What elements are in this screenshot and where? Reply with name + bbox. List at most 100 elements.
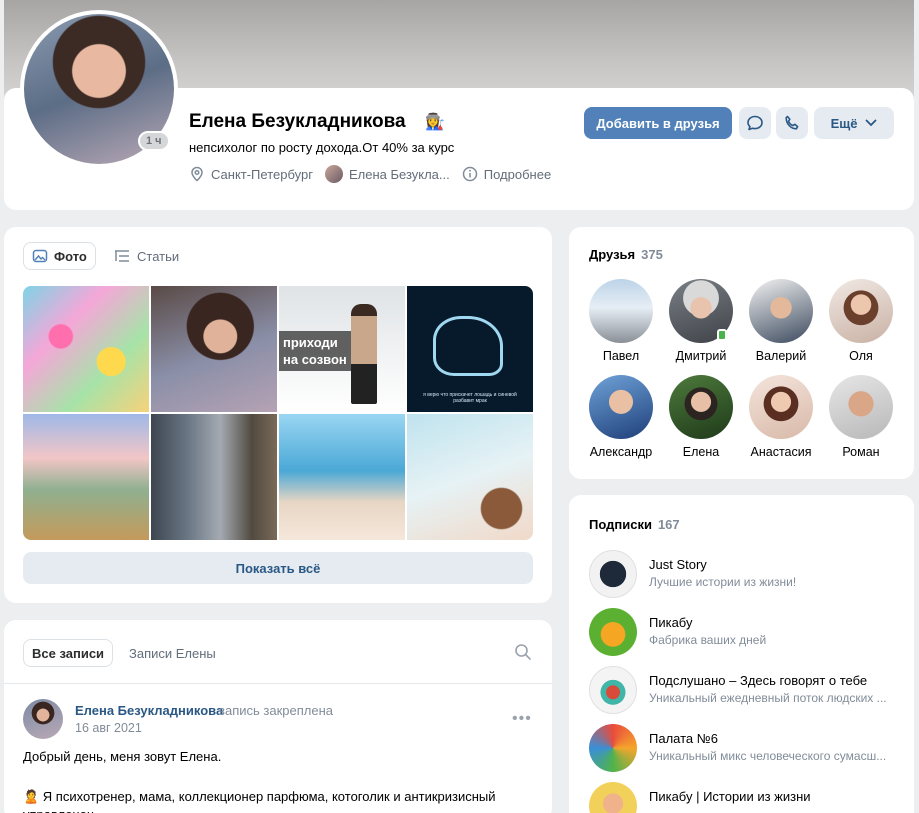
friend-name: Александр <box>589 445 653 459</box>
call-button[interactable] <box>776 107 808 139</box>
photo-thumbnail[interactable] <box>151 414 277 540</box>
friend-avatar <box>829 375 893 439</box>
friend-name: Елена <box>682 445 720 459</box>
post-pinned-label: запись закреплена <box>219 703 333 718</box>
friend-item[interactable]: Анастасия <box>741 375 821 459</box>
search-icon[interactable] <box>514 643 532 661</box>
subscription-item[interactable]: Just Story Лучшие истории из жизни! <box>589 550 899 598</box>
phone-icon <box>785 115 799 130</box>
friend-name: Анастасия <box>750 445 812 459</box>
subscriptions-header[interactable]: Подписки 167 <box>589 517 680 532</box>
subscription-avatar <box>589 666 637 714</box>
divider <box>4 683 552 684</box>
subscriptions-title: Подписки <box>589 517 652 532</box>
photo-figure <box>351 304 377 404</box>
friend-item[interactable]: Александр <box>581 375 661 459</box>
friend-item[interactable]: Павел <box>581 279 661 363</box>
message-icon <box>747 115 763 131</box>
relative-link[interactable]: Елена Безукла... <box>324 165 450 183</box>
photo-caption: я верю что прискачет лошадь и синевой ра… <box>423 392 517 404</box>
tab-owner-posts[interactable]: Записи Елены <box>129 639 216 667</box>
chevron-down-icon <box>866 119 877 127</box>
friends-section: Друзья 375 Павел Дмитрий Валерий Оля Алек… <box>569 227 914 479</box>
tab-all-posts[interactable]: Все записи <box>23 639 114 667</box>
friends-header[interactable]: Друзья 375 <box>589 247 663 262</box>
friend-name: Павел <box>602 349 640 363</box>
city-link[interactable]: Санкт-Петербург <box>189 166 313 182</box>
subscription-item[interactable]: Палата №6 Уникальный микс человеческого … <box>589 724 899 772</box>
friend-avatar <box>829 279 893 343</box>
subscription-title: Пикабу | Истории из жизни <box>649 789 811 804</box>
message-button[interactable] <box>739 107 771 139</box>
friend-item[interactable]: Елена <box>661 375 741 459</box>
tab-photos[interactable]: Фото <box>23 242 96 270</box>
photo-thumbnail[interactable] <box>23 414 149 540</box>
more-actions-button[interactable]: Ещё <box>814 107 894 139</box>
subscription-desc: Лучшие истории из жизни! <box>649 575 797 589</box>
status-emoji: 👩‍🏭 <box>425 114 445 131</box>
photo-thumbnail[interactable]: я верю что прискачет лошадь и синевой ра… <box>407 286 533 412</box>
photos-section: Фото Статьи приходи на созвон я верю что… <box>4 227 552 603</box>
subscription-title: Палата №6 <box>649 731 718 746</box>
subscription-desc: Уникальный ежедневный поток людских ... <box>649 691 887 705</box>
photo-caption: приходи на созвон <box>279 331 351 371</box>
photo-thumbnail[interactable] <box>279 414 405 540</box>
relative-label: Елена Безукла... <box>348 166 450 182</box>
photo-thumbnail[interactable]: приходи на созвон <box>279 286 405 412</box>
friend-item[interactable]: Оля <box>821 279 901 363</box>
photo-grid: приходи на созвон я верю что прискачет л… <box>23 286 533 540</box>
post-author-avatar[interactable] <box>23 699 63 739</box>
post-text: 🙎 Я психотренер, мама, коллекционер парф… <box>23 789 496 813</box>
subscription-desc: Уникальный микс человеческого сумасш... <box>649 749 887 763</box>
post-author-link[interactable]: Елена Безукладникова <box>75 703 223 718</box>
post-menu-icon[interactable]: ••• <box>512 710 532 728</box>
friend-name: Валерий <box>755 349 807 363</box>
friend-name: Дмитрий <box>675 349 727 363</box>
friend-avatar <box>669 375 733 439</box>
more-info-link[interactable]: Подробнее <box>462 166 551 182</box>
city-label: Санкт-Петербург <box>211 166 313 182</box>
tab-photos-label: Фото <box>54 248 87 264</box>
subscription-item[interactable]: Пикабу Фабрика ваших дней <box>589 608 899 656</box>
add-friend-button[interactable]: Добавить в друзья <box>584 107 732 139</box>
friend-avatar <box>589 279 653 343</box>
show-all-photos-button[interactable]: Показать всё <box>23 552 533 584</box>
tab-articles-label: Статьи <box>137 248 180 264</box>
relative-avatar <box>324 165 343 183</box>
friends-title: Друзья <box>589 247 636 262</box>
subscription-item[interactable]: Подслушано – Здесь говорят о тебе Уникал… <box>589 666 899 714</box>
friend-item[interactable]: Роман <box>821 375 901 459</box>
subscription-title: Пикабу <box>649 615 693 630</box>
friend-item[interactable]: Дмитрий <box>661 279 741 363</box>
wall-section: Все записи Записи Елены Елена Безукладни… <box>4 620 552 813</box>
friend-name: Оля <box>849 349 873 363</box>
image-icon <box>32 249 48 263</box>
articles-icon <box>115 250 129 262</box>
photo-thumbnail[interactable] <box>407 414 533 540</box>
subscription-item[interactable]: Пикабу | Истории из жизни <box>589 782 899 813</box>
friend-avatar <box>749 279 813 343</box>
friend-avatar <box>749 375 813 439</box>
photo-thumbnail[interactable] <box>23 286 149 412</box>
subscriptions-section: Подписки 167 Just Story Лучшие истории из… <box>569 495 914 813</box>
post-date[interactable]: 16 авг 2021 <box>75 721 142 735</box>
friend-avatar <box>589 375 653 439</box>
subscription-avatar <box>589 782 637 813</box>
post-text: Добрый день, меня зовут Елена. <box>23 749 222 764</box>
info-icon <box>462 166 478 182</box>
photo-thumbnail[interactable] <box>151 286 277 412</box>
profile-name: Елена Безукладникова <box>189 111 406 132</box>
subscription-avatar <box>589 550 637 598</box>
online-mobile-icon <box>717 329 727 341</box>
more-info-label: Подробнее <box>483 166 552 182</box>
tab-articles[interactable]: Статьи <box>113 242 179 270</box>
friend-name: Роман <box>842 445 880 459</box>
subscription-avatar <box>589 608 637 656</box>
horse-drawing <box>433 316 503 376</box>
friend-item[interactable]: Валерий <box>741 279 821 363</box>
subscription-desc: Фабрика ваших дней <box>649 633 767 647</box>
profile-status: непсихолог по росту дохода.От 40% за кур… <box>189 140 455 155</box>
profile-meta: Санкт-Петербург Елена Безукла... Подробн… <box>189 165 563 183</box>
location-icon <box>191 166 203 182</box>
friend-avatar <box>669 279 733 343</box>
